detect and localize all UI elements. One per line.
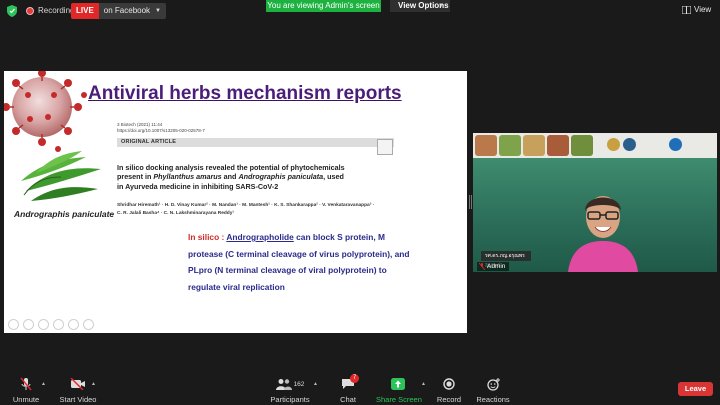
presenter-video: [568, 196, 638, 272]
food-image: [475, 135, 497, 156]
participant-video-tile[interactable]: รศ.ดร.ภญ.อรุณพร อิฐรัตน์ Admin: [473, 133, 717, 272]
participants-icon: [275, 379, 292, 390]
article-type-label: ORIGINAL ARTICLE: [121, 139, 177, 145]
record-icon: [443, 378, 455, 390]
compound-name: Andrographolide: [226, 232, 294, 242]
slides-icon[interactable]: [53, 319, 64, 330]
in-silico-label: In silico :: [188, 232, 227, 242]
live-badge: LIVE: [71, 3, 99, 19]
microphone-muted-icon: [20, 377, 32, 391]
record-button[interactable]: Record: [436, 376, 462, 404]
chat-label: Chat: [340, 395, 356, 404]
author-line: C. R. Jalali Basha⁴ · C. N. Lakshminaray…: [117, 211, 235, 216]
resize-handle[interactable]: [469, 195, 472, 209]
key-finding-line: regulate viral replication: [188, 281, 285, 292]
journal-logo: [377, 139, 393, 155]
journal-citation: 3 Biotech (2021) 11:44 https://doi.org/1…: [117, 122, 205, 134]
participants-count: 162: [293, 380, 305, 388]
view-button[interactable]: View: [682, 4, 716, 16]
participants-label: Participants: [270, 395, 310, 404]
previous-slide-icon[interactable]: [8, 319, 19, 330]
video-background-banner: [473, 133, 717, 158]
camera-off-icon: [70, 378, 85, 390]
emblem-icon: [669, 138, 682, 151]
audio-options-chevron-icon[interactable]: ▲: [41, 381, 46, 387]
author-line: Shridhar Hiremath¹ · H. D. Vinay Kumar² …: [117, 203, 375, 208]
share-screen-label: Share Screen: [376, 395, 422, 404]
reactions-label: Reactions: [476, 395, 510, 404]
paper-title-text: and: [221, 172, 239, 182]
live-destination[interactable]: on Facebook ▼: [98, 3, 166, 19]
meeting-toolbar: Unmute ▲ Start Video ▲ 162 Participants …: [0, 372, 720, 405]
unmute-label: Unmute: [12, 395, 40, 404]
key-finding-line: PLpro (N terminal cleavage of viral poly…: [188, 265, 387, 275]
coronavirus-image: [4, 71, 87, 152]
journal-doi-line: https://doi.org/10.1007/s13205-020-02578…: [117, 128, 205, 133]
presenter-name-card: รศ.ดร.ภญ.อรุณพร อิฐรัตน์: [481, 251, 531, 269]
security-shield-icon[interactable]: [7, 5, 17, 17]
species-name: Andrographis paniculata: [238, 172, 324, 182]
paper-title-text: present in: [117, 172, 154, 182]
view-label: View: [694, 5, 712, 14]
share-options-chevron-icon[interactable]: ▲: [421, 381, 426, 387]
recording-label: Recording: [38, 6, 75, 15]
reactions-icon: [486, 377, 500, 391]
key-finding: In silico : Andrographolide can block S …: [188, 229, 428, 295]
chevron-down-icon: ▼: [155, 8, 161, 14]
participant-name: Admin: [487, 263, 506, 270]
share-screen-icon: [391, 378, 405, 390]
unmute-button[interactable]: Unmute: [10, 376, 42, 404]
grid-view-icon: [682, 6, 691, 14]
participants-options-chevron-icon[interactable]: ▲: [313, 381, 318, 387]
zoom-window: Recording LIVE on Facebook ▼ You are vie…: [0, 0, 720, 405]
view-options-button[interactable]: View Options ▼: [390, 0, 450, 12]
chevron-down-icon: ▼: [438, 3, 444, 9]
paper-title-text: , used: [323, 172, 344, 182]
food-image: [499, 135, 521, 156]
microphone-muted-icon: [479, 263, 485, 270]
food-image: [571, 135, 593, 156]
key-finding-line: protease (C terminal cleavage of virus p…: [188, 248, 410, 259]
food-image: [523, 135, 545, 156]
pen-icon[interactable]: [38, 319, 49, 330]
share-screen-button[interactable]: Share Screen: [376, 376, 422, 404]
top-bar: Recording LIVE on Facebook ▼ You are vie…: [0, 0, 720, 22]
slide-title: Antiviral herbs mechanism reports: [88, 83, 402, 104]
paper-title-line: present in Phyllanthus amarus and Androg…: [117, 172, 402, 181]
shared-screen-slide: Andrographis paniculate Antiviral herbs …: [4, 71, 467, 333]
chat-button[interactable]: 7 Chat: [336, 374, 360, 404]
video-options-chevron-icon[interactable]: ▲: [91, 381, 96, 387]
food-image: [547, 135, 569, 156]
recording-icon: [26, 7, 34, 15]
more-options-icon[interactable]: [83, 319, 94, 330]
record-label: Record: [436, 395, 462, 404]
reactions-button[interactable]: Reactions: [476, 376, 510, 404]
start-video-label: Start Video: [59, 395, 97, 404]
herb-caption: Andrographis paniculate: [14, 209, 115, 219]
slide-controls: [8, 319, 94, 330]
emblem-icon: [607, 138, 620, 151]
species-name: Phyllanthus amarus: [153, 172, 222, 182]
paper-title-line: In silico docking analysis revealed the …: [117, 163, 345, 172]
andrographis-plant-image: [21, 151, 101, 201]
chat-unread-badge: 7: [350, 374, 359, 383]
live-stream-indicator[interactable]: LIVE on Facebook ▼: [71, 3, 166, 19]
participants-button[interactable]: 162 Participants: [268, 376, 312, 404]
paper-title-line: in Ayurveda medicine in inhibiting SARS-…: [117, 181, 279, 191]
emblem-icon: [623, 138, 636, 151]
live-destination-label: on Facebook: [103, 6, 151, 15]
viewing-screen-banner: You are viewing Admin's screen: [266, 0, 381, 12]
next-slide-icon[interactable]: [23, 319, 34, 330]
participant-name-tag: Admin: [477, 262, 510, 271]
zoom-icon[interactable]: [68, 319, 79, 330]
leave-button[interactable]: Leave: [678, 382, 713, 396]
paper-title: In silico docking analysis revealed the …: [117, 163, 402, 191]
key-finding-line: In silico : Andrographolide can block S …: [188, 229, 428, 246]
key-finding-text: can block S protein, M: [293, 232, 386, 242]
author-list: Shridhar Hiremath¹ · H. D. Vinay Kumar² …: [117, 202, 402, 218]
